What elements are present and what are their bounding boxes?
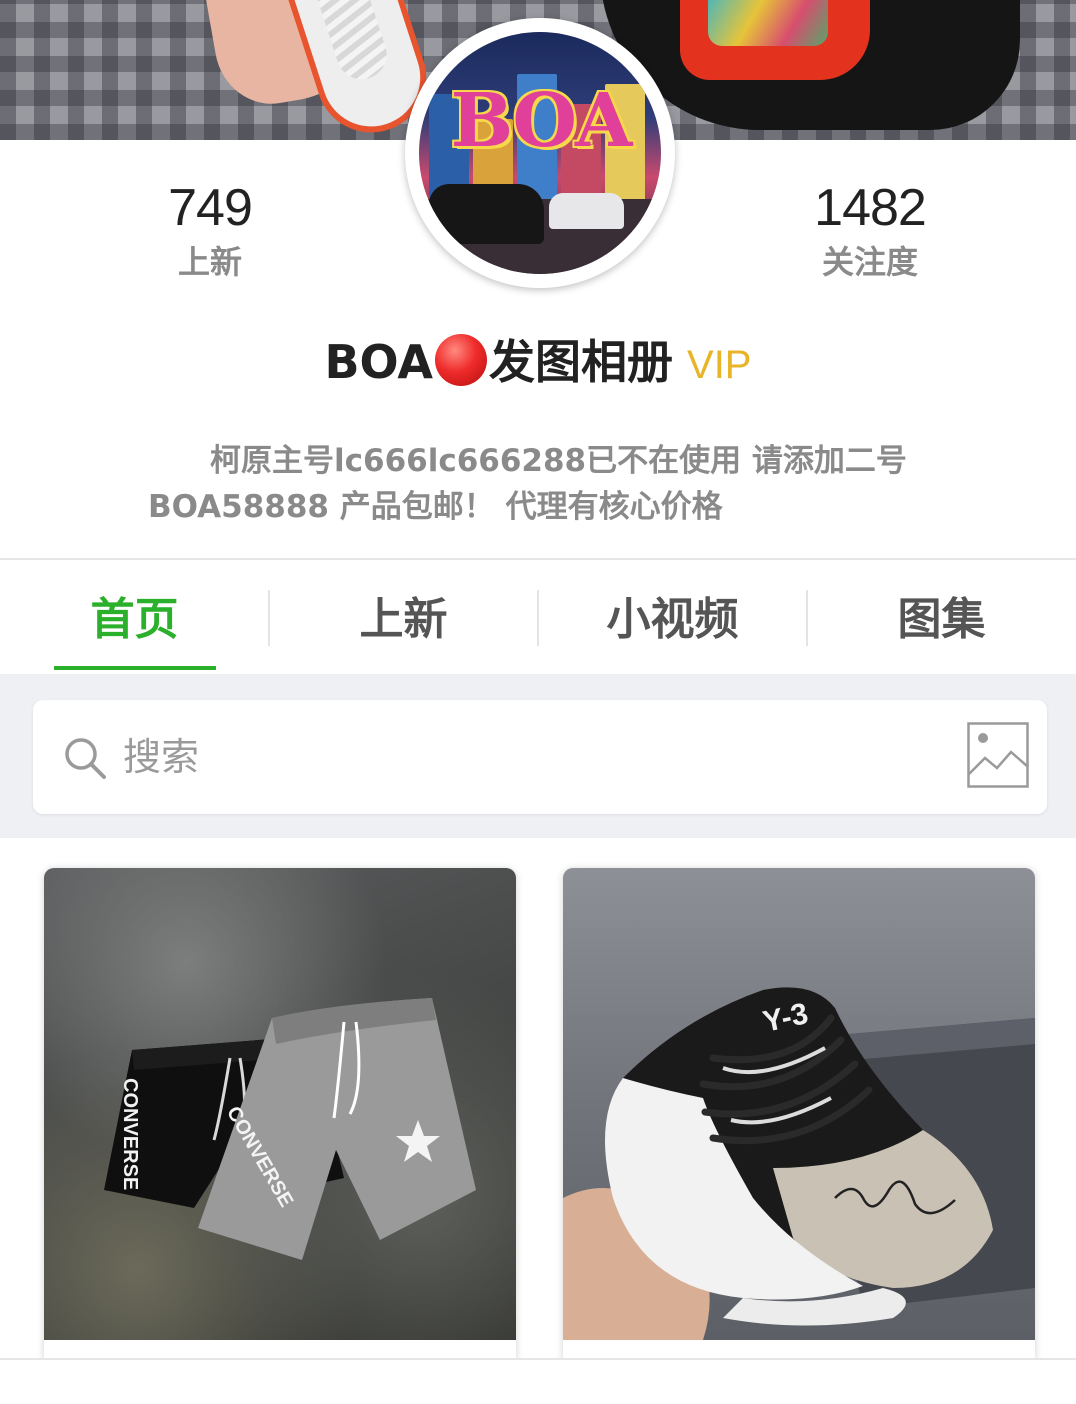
tab-divider (537, 590, 539, 646)
tab-short-video[interactable]: 小视频 (538, 560, 807, 672)
new-count: 749 (168, 179, 253, 237)
tab-divider (806, 590, 808, 646)
tab-divider (268, 590, 270, 646)
product-image-sneaker[interactable]: Y-3 (563, 868, 1035, 1340)
avatar-logo-text: BOA (450, 78, 633, 164)
red-circle-icon (435, 334, 488, 386)
new-label: 上新 (177, 243, 242, 281)
follow-count: 1482 (814, 179, 927, 237)
sneaker-photo: Y-3 (563, 987, 1035, 1340)
search-area (0, 674, 1076, 838)
tab-new[interactable]: 上新 (269, 560, 538, 672)
search-icon (65, 738, 106, 779)
avatar[interactable]: BOA (405, 18, 675, 288)
tab-home-label: 首页 (90, 594, 179, 645)
image-icon[interactable] (967, 722, 1029, 788)
search-bar[interactable] (33, 700, 1047, 814)
stat-follow[interactable]: 1482 关注度 (770, 182, 970, 278)
tab-home[interactable]: 首页 (0, 560, 269, 672)
tab-albums[interactable]: 图集 (807, 560, 1076, 672)
bottom-bar (0, 1358, 1076, 1404)
album-page: BOA 749 上新 1482 关注度 BOA 发图相册 VIP 柯原主号lc666… (0, 0, 1076, 1404)
product-card-shorts[interactable]: CONVERSE CONVERSE (44, 868, 516, 1368)
search-input[interactable] (123, 722, 943, 792)
tab-active-indicator (54, 666, 216, 670)
album-name-suffix: 发图相册 (489, 335, 674, 389)
follow-label: 关注度 (821, 243, 918, 281)
tab-albums-label: 图集 (897, 594, 986, 645)
tab-short-video-label: 小视频 (606, 594, 739, 645)
product-card-sneaker[interactable]: Y-3 (563, 868, 1035, 1368)
album-name-prefix: BOA (324, 335, 434, 389)
shorts-photo: CONVERSE CONVERSE (104, 998, 476, 1260)
svg-text:CONVERSE: CONVERSE (119, 1078, 141, 1190)
vip-badge: VIP (687, 343, 752, 387)
tab-new-label: 上新 (359, 594, 448, 645)
album-title: BOA 发图相册 VIP (0, 334, 1076, 393)
tab-bar: 首页 上新 小视频 图集 (0, 560, 1076, 672)
product-image-shorts[interactable]: CONVERSE CONVERSE (44, 868, 516, 1340)
album-description: 柯原主号lc666lc666288已不在使用 请添加二号BOA58888 产品包… (148, 443, 907, 525)
stat-new[interactable]: 749 上新 (110, 182, 310, 278)
